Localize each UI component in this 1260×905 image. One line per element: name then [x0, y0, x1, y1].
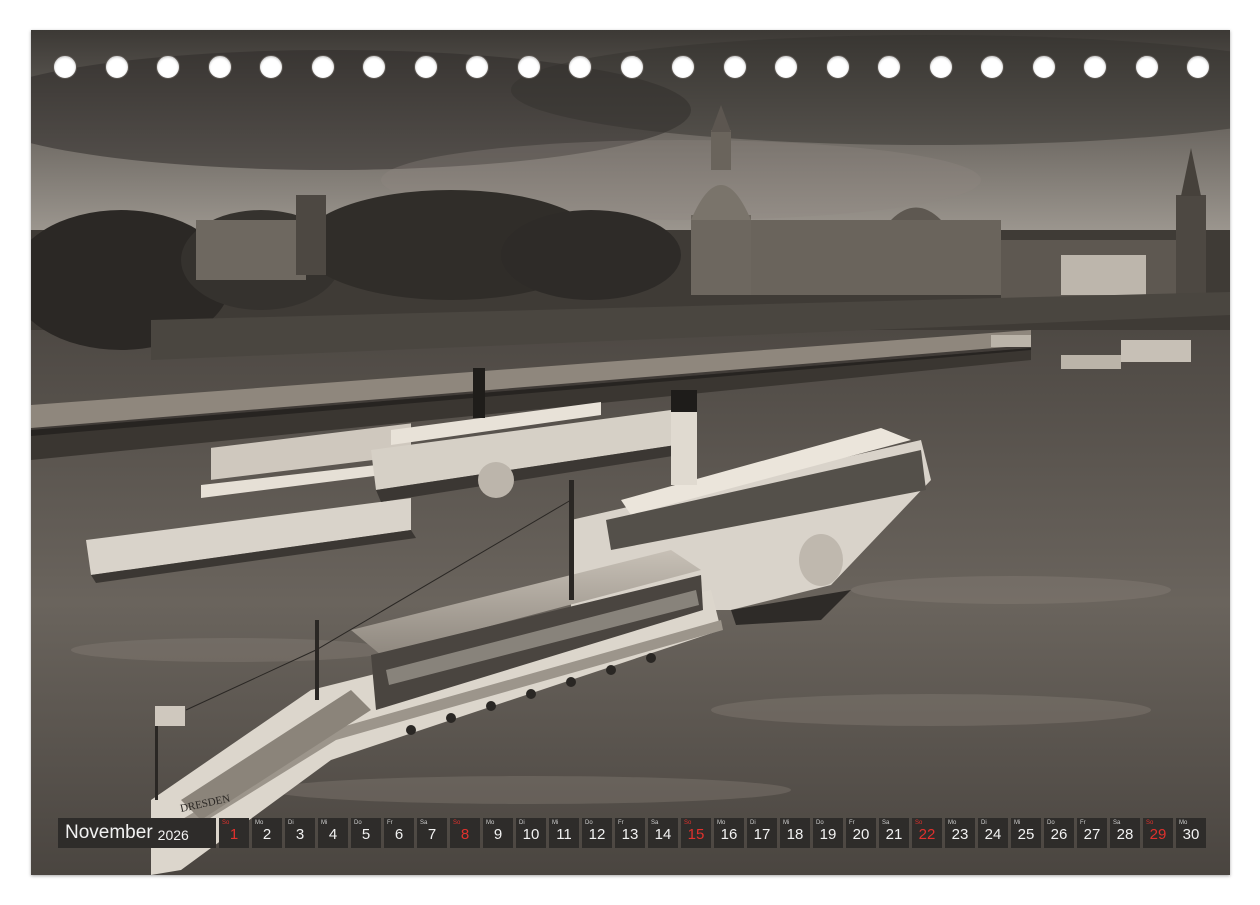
day-number: 3 — [295, 826, 305, 843]
binding-hole — [619, 55, 644, 79]
day-cell: Sa 14 — [648, 818, 678, 848]
day-cell: Fr 13 — [615, 818, 645, 848]
day-cell: Mi 4 — [318, 818, 348, 848]
binding-hole — [722, 55, 747, 79]
binding-hole — [1031, 55, 1056, 79]
day-cell: Sa 21 — [879, 818, 909, 848]
day-number: 2 — [262, 826, 272, 843]
day-number: 15 — [687, 826, 705, 843]
day-number: 22 — [918, 826, 936, 843]
binding-hole — [877, 55, 901, 79]
binding-hole — [1083, 55, 1107, 79]
month-name: November — [65, 822, 153, 843]
binding-hole — [1186, 55, 1210, 79]
day-cell: So 29 — [1143, 818, 1173, 848]
day-number: 24 — [984, 826, 1002, 843]
binding-hole — [362, 55, 386, 79]
day-cell: So 22 — [912, 818, 942, 848]
binding-hole — [671, 55, 695, 79]
binding-hole — [104, 55, 129, 79]
day-number: 13 — [621, 826, 639, 843]
binding-hole — [774, 55, 798, 79]
day-number: 6 — [394, 826, 404, 843]
day-cell: Do 19 — [813, 818, 843, 848]
day-cell: Mo 23 — [945, 818, 975, 848]
day-number: 14 — [654, 826, 672, 843]
day-number: 29 — [1149, 826, 1167, 843]
binding-hole — [259, 55, 283, 79]
day-number: 16 — [720, 826, 738, 843]
binding-hole — [825, 55, 850, 79]
day-cell: Di 10 — [516, 818, 546, 848]
day-cell: Mo 16 — [714, 818, 744, 848]
day-cell: Di 17 — [747, 818, 777, 848]
day-cell: Mo 9 — [483, 818, 513, 848]
binding-hole — [156, 55, 180, 79]
binding-hole — [928, 55, 953, 79]
day-number: 1 — [229, 826, 239, 843]
day-number: 12 — [588, 826, 606, 843]
day-number: 30 — [1182, 826, 1200, 843]
day-number: 21 — [885, 826, 903, 843]
day-cell: Do 12 — [582, 818, 612, 848]
day-number: 18 — [786, 826, 804, 843]
year: 2026 — [157, 826, 189, 843]
day-number: 27 — [1083, 826, 1101, 843]
binding-hole — [310, 55, 335, 79]
day-cell: Mi 18 — [780, 818, 810, 848]
calendar-page: DRESDEN November 2026 So 1 Mo 2 Di 3 Mi 4 Do 5 Fr 6… — [31, 30, 1230, 875]
day-cell: Mi 11 — [549, 818, 579, 848]
day-number: 26 — [1050, 826, 1068, 843]
day-cell: Mo 30 — [1176, 818, 1206, 848]
day-number: 20 — [852, 826, 870, 843]
binding-hole — [207, 55, 232, 79]
sepia-photo-dresden-paddle-steamers: DRESDEN — [31, 30, 1230, 875]
day-number: 28 — [1116, 826, 1134, 843]
binding-hole — [980, 55, 1004, 79]
day-number: 23 — [951, 826, 969, 843]
day-number: 17 — [753, 826, 771, 843]
binding-holes — [53, 55, 1218, 79]
day-number: 9 — [493, 826, 503, 843]
binding-hole — [465, 55, 489, 79]
day-number: 25 — [1017, 826, 1035, 843]
day-cell: Fr 6 — [384, 818, 414, 848]
binding-hole — [1134, 55, 1159, 79]
binding-hole — [516, 55, 541, 79]
day-cell: Mo 2 — [252, 818, 282, 848]
day-number: 7 — [427, 826, 437, 843]
day-cell: Fr 27 — [1077, 818, 1107, 848]
day-number: 10 — [522, 826, 540, 843]
day-cell: So 15 — [681, 818, 711, 848]
day-number: 8 — [460, 826, 470, 843]
day-number: 5 — [361, 826, 371, 843]
day-cell: Do 5 — [351, 818, 381, 848]
day-cell: Sa 28 — [1110, 818, 1140, 848]
day-cell: So 8 — [450, 818, 480, 848]
binding-hole — [413, 55, 438, 79]
day-cell: Di 3 — [285, 818, 315, 848]
calendar-strip: November 2026 So 1 Mo 2 Di 3 Mi 4 Do 5 Fr 6 Sa 7 So 8 Mo… — [58, 818, 1206, 848]
day-cell: So 1 — [219, 818, 249, 848]
days-row: So 1 Mo 2 Di 3 Mi 4 Do 5 Fr 6 Sa 7 So 8 Mo 9 Di 10 Mi 11 Do 12 F… — [219, 818, 1206, 848]
day-number: 11 — [556, 826, 572, 843]
day-cell: Mi 25 — [1011, 818, 1041, 848]
day-number: 19 — [819, 826, 837, 843]
day-cell: Sa 7 — [417, 818, 447, 848]
day-cell: Fr 20 — [846, 818, 876, 848]
binding-hole — [568, 55, 592, 79]
month-label: November 2026 — [58, 818, 216, 848]
day-cell: Di 24 — [978, 818, 1008, 848]
binding-hole — [53, 55, 77, 79]
day-cell: Do 26 — [1044, 818, 1074, 848]
day-number: 4 — [328, 826, 338, 843]
